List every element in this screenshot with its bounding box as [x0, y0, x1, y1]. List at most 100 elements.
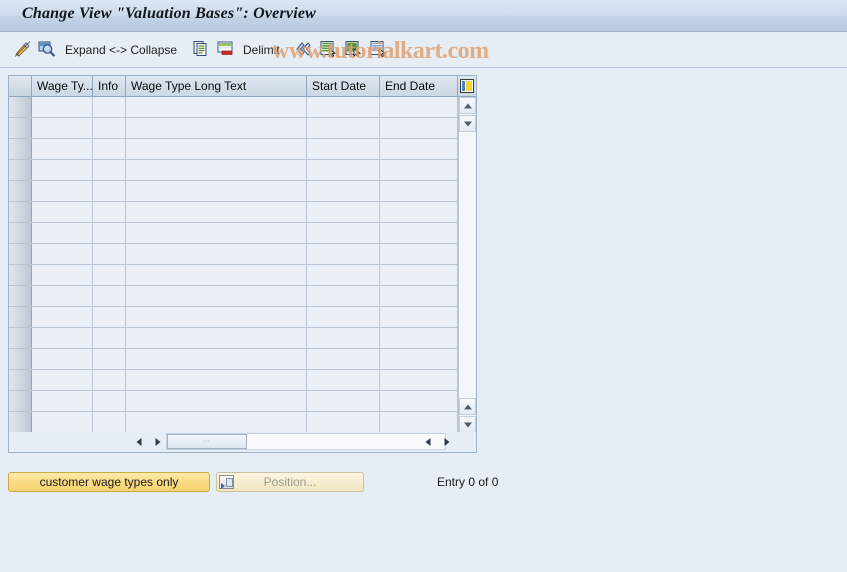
table-cell-start[interactable] [307, 265, 380, 285]
table-cell-long_text[interactable] [126, 349, 307, 369]
table-cell-long_text[interactable] [126, 412, 307, 432]
row-select-cell[interactable] [9, 118, 32, 138]
table-cell-wage_type[interactable] [32, 244, 93, 264]
table-cell-end[interactable] [380, 97, 458, 117]
table-cell-start[interactable] [307, 160, 380, 180]
table-row[interactable] [9, 97, 458, 118]
table-cell-end[interactable] [380, 349, 458, 369]
table-row[interactable] [9, 307, 458, 328]
row-select-cell[interactable] [9, 223, 32, 243]
scroll-page-down-button[interactable] [459, 416, 476, 433]
table-cell-long_text[interactable] [126, 328, 307, 348]
scroll-up-button[interactable] [459, 97, 476, 114]
table-row[interactable] [9, 160, 458, 181]
customer-wage-types-only-button[interactable]: customer wage types only [8, 472, 210, 492]
hscroll-left-button-2[interactable] [420, 434, 435, 449]
table-cell-long_text[interactable] [126, 181, 307, 201]
table-cell-start[interactable] [307, 391, 380, 411]
table-row[interactable] [9, 328, 458, 349]
table-cell-wage_type[interactable] [32, 286, 93, 306]
table-cell-info[interactable] [93, 307, 126, 327]
row-select-cell[interactable] [9, 412, 32, 432]
table-cell-info[interactable] [93, 202, 126, 222]
vertical-scrollbar[interactable] [458, 97, 476, 433]
table-cell-start[interactable] [307, 139, 380, 159]
table-cell-start[interactable] [307, 244, 380, 264]
table-cell-info[interactable] [93, 370, 126, 390]
hscroll-right-button-2[interactable] [439, 434, 454, 449]
table-cell-start[interactable] [307, 370, 380, 390]
display-change-button[interactable] [14, 39, 32, 61]
table-cell-end[interactable] [380, 160, 458, 180]
table-cell-wage_type[interactable] [32, 223, 93, 243]
table-cell-end[interactable] [380, 286, 458, 306]
table-cell-wage_type[interactable] [32, 265, 93, 285]
table-cell-long_text[interactable] [126, 265, 307, 285]
table-cell-start[interactable] [307, 202, 380, 222]
row-select-cell[interactable] [9, 307, 32, 327]
table-cell-info[interactable] [93, 160, 126, 180]
table-cell-wage_type[interactable] [32, 160, 93, 180]
scroll-page-up-button[interactable] [459, 398, 476, 415]
table-row[interactable] [9, 391, 458, 412]
table-cell-long_text[interactable] [126, 370, 307, 390]
horizontal-scrollbar[interactable]: ⋯ [9, 432, 476, 452]
table-cell-info[interactable] [93, 223, 126, 243]
table-cell-end[interactable] [380, 370, 458, 390]
column-header-long-text[interactable]: Wage Type Long Text [126, 76, 307, 96]
table-cell-info[interactable] [93, 412, 126, 432]
table-row[interactable] [9, 286, 458, 307]
delimit-button[interactable]: Delimit [243, 39, 280, 61]
table-cell-long_text[interactable] [126, 244, 307, 264]
table-cell-start[interactable] [307, 118, 380, 138]
table-cell-info[interactable] [93, 181, 126, 201]
table-cell-wage_type[interactable] [32, 349, 93, 369]
table-cell-start[interactable] [307, 223, 380, 243]
table-cell-wage_type[interactable] [32, 181, 93, 201]
table-cell-long_text[interactable] [126, 139, 307, 159]
column-header-select[interactable] [9, 76, 32, 96]
table-cell-long_text[interactable] [126, 391, 307, 411]
table-cell-long_text[interactable] [126, 202, 307, 222]
hscroll-right-button[interactable] [150, 434, 165, 449]
column-header-wage-type[interactable]: Wage Ty... [32, 76, 93, 96]
row-select-cell[interactable] [9, 202, 32, 222]
row-select-cell[interactable] [9, 244, 32, 264]
row-select-cell[interactable] [9, 139, 32, 159]
table-cell-wage_type[interactable] [32, 412, 93, 432]
table-cell-long_text[interactable] [126, 307, 307, 327]
table-cell-info[interactable] [93, 244, 126, 264]
table-cell-info[interactable] [93, 118, 126, 138]
table-row[interactable] [9, 202, 458, 223]
table-cell-end[interactable] [380, 307, 458, 327]
scroll-down-button[interactable] [459, 115, 476, 132]
table-cell-wage_type[interactable] [32, 97, 93, 117]
table-cell-long_text[interactable] [126, 97, 307, 117]
table-cell-long_text[interactable] [126, 223, 307, 243]
table-cell-end[interactable] [380, 244, 458, 264]
table-cell-info[interactable] [93, 391, 126, 411]
table-cell-end[interactable] [380, 139, 458, 159]
table-cell-start[interactable] [307, 328, 380, 348]
table-row[interactable] [9, 118, 458, 139]
table-cell-end[interactable] [380, 391, 458, 411]
table-row[interactable] [9, 265, 458, 286]
table-cell-info[interactable] [93, 97, 126, 117]
compare-button[interactable] [295, 39, 313, 61]
table-row[interactable] [9, 370, 458, 391]
table-row[interactable] [9, 349, 458, 370]
select-block-button[interactable] [345, 39, 362, 61]
column-header-info[interactable]: Info [93, 76, 126, 96]
table-cell-wage_type[interactable] [32, 328, 93, 348]
table-row[interactable] [9, 244, 458, 265]
row-select-cell[interactable] [9, 370, 32, 390]
row-select-cell[interactable] [9, 160, 32, 180]
table-cell-long_text[interactable] [126, 118, 307, 138]
table-cell-wage_type[interactable] [32, 370, 93, 390]
table-row[interactable] [9, 181, 458, 202]
table-row[interactable] [9, 412, 458, 433]
hscroll-thumb[interactable]: ⋯ [167, 434, 247, 449]
table-cell-start[interactable] [307, 349, 380, 369]
table-cell-info[interactable] [93, 286, 126, 306]
hscroll-left-button[interactable] [131, 434, 146, 449]
